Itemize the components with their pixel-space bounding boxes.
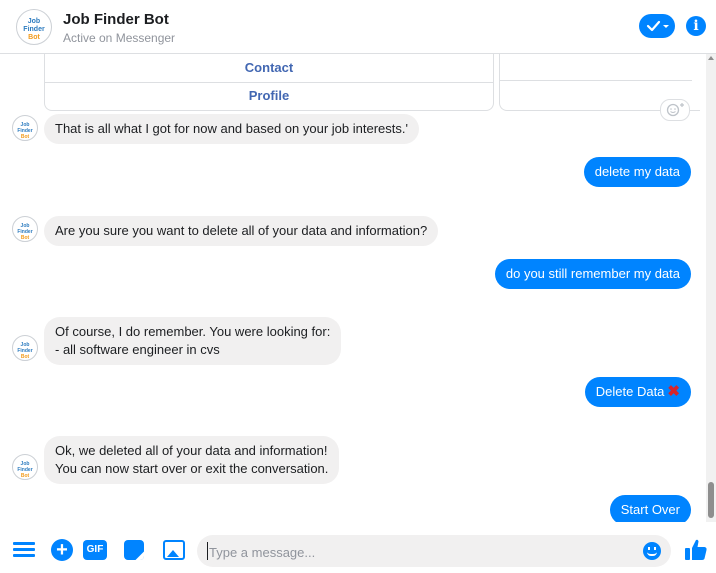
card-button-profile[interactable]: Profile [45,82,493,110]
bot-logo: Job Finder Bot [17,18,51,42]
scrollbar[interactable] [706,54,716,522]
bot-message-bubble[interactable]: Are you sure you want to delete all of y… [44,216,439,246]
message-text: Delete Data [595,384,665,399]
logo-line-2: Bot [28,34,40,41]
bot-avatar[interactable]: Job Finder Bot [16,9,52,45]
scroll-up-arrow-icon[interactable] [708,56,714,60]
cross-mark-emoji-icon: ✖ [667,383,680,400]
emoji-icon[interactable] [643,542,661,560]
user-message-bubble[interactable]: do you still remember my data [494,259,691,289]
thumbs-up-shape [685,539,707,560]
conversation-header: Job Finder Bot Job Finder Bot Active on … [0,0,716,54]
bot-message-bubble[interactable]: Ok, we deleted all of your data and info… [44,436,340,484]
message-list[interactable]: Contact Profile Job Finder Bot That is al… [0,54,706,522]
info-icon[interactable]: i [686,16,706,36]
message-composer: + GIF [0,522,716,573]
card-button-contact[interactable]: Contact [45,54,493,83]
generic-template-card: Contact Profile [44,54,494,111]
gif-icon[interactable]: GIF [83,540,107,560]
conversation-title[interactable]: Job Finder Bot [63,11,169,28]
checkmark-dropdown-button[interactable] [639,14,675,38]
check-icon [646,20,669,32]
bot-message-bubble[interactable]: That is all what I got for now and based… [44,114,419,144]
menu-icon[interactable] [13,542,35,558]
logo-line-1: Job Finder [23,18,45,33]
add-reaction-icon[interactable] [660,99,690,121]
more-actions-plus-icon[interactable]: + [51,539,73,561]
bot-avatar-small[interactable]: Job Finder Bot [12,115,38,141]
card-divider [500,80,692,81]
message-input[interactable] [207,542,631,562]
active-status: Active on Messenger [63,31,176,45]
bot-avatar-small[interactable]: Job Finder Bot [12,335,38,361]
message-input-container[interactable] [197,535,671,567]
bot-message-bubble[interactable]: Of course, I do remember. You were looki… [44,317,342,365]
bot-avatar-small[interactable]: Job Finder Bot [12,454,38,480]
sticker-icon[interactable] [124,540,144,560]
bot-avatar-small[interactable]: Job Finder Bot [12,216,38,242]
thumbs-up-icon[interactable] [683,537,709,563]
user-message-bubble[interactable]: delete my data [583,157,691,187]
smiley-plus-icon [666,103,684,117]
photo-icon[interactable] [163,540,185,560]
scrollbar-thumb[interactable] [708,482,714,518]
user-message-bubble[interactable]: Delete Data ✖ [584,377,691,407]
user-message-bubble[interactable]: Start Over [609,495,691,522]
